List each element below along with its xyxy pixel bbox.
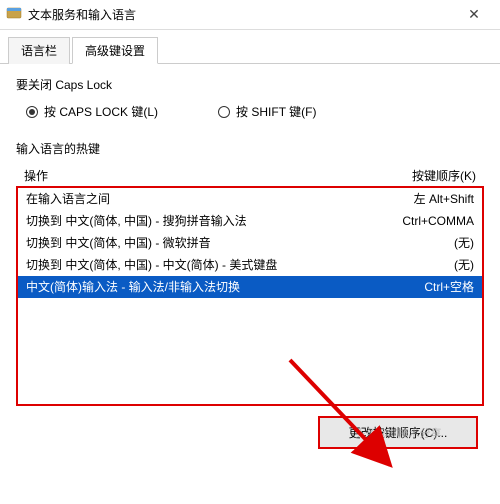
radio-capslock-label: 按 CAPS LOCK 键(L)	[44, 103, 158, 120]
list-item[interactable]: 切换到 中文(简体, 中国) - 搜狗拼音输入法 Ctrl+COMMA	[18, 210, 482, 232]
hotkey-list-header: 操作 按键顺序(K)	[16, 163, 484, 186]
tab-language-bar[interactable]: 语言栏	[8, 37, 70, 64]
radio-capslock-key[interactable]: 按 CAPS LOCK 键(L)	[26, 103, 158, 120]
list-item-action: 切换到 中文(简体, 中国) - 微软拼音	[26, 234, 454, 252]
capslock-group-label: 要关闭 Caps Lock	[16, 76, 484, 93]
tab-advanced-keys[interactable]: 高级键设置	[72, 37, 158, 64]
list-item-keys: Ctrl+COMMA	[402, 212, 474, 230]
list-item-selected[interactable]: 中文(简体)输入法 - 输入法/非输入法切换 Ctrl+空格	[18, 276, 482, 298]
list-item-action: 切换到 中文(简体, 中国) - 中文(简体) - 美式键盘	[26, 256, 454, 274]
capslock-group: 要关闭 Caps Lock 按 CAPS LOCK 键(L) 按 SHIFT 键…	[16, 76, 484, 134]
app-icon	[6, 5, 22, 24]
tab-content: 要关闭 Caps Lock 按 CAPS LOCK 键(L) 按 SHIFT 键…	[0, 64, 500, 467]
list-item-keys: (无)	[454, 256, 474, 274]
list-item-action: 中文(简体)输入法 - 输入法/非输入法切换	[26, 278, 424, 296]
close-button[interactable]: ✕	[454, 6, 494, 23]
col-keys-header: 按键顺序(K)	[412, 167, 476, 184]
list-item-action: 切换到 中文(简体, 中国) - 搜狗拼音输入法	[26, 212, 402, 230]
watermark-text: 头条@IT技术分享	[355, 425, 442, 441]
tab-strip: 语言栏 高级键设置	[0, 30, 500, 64]
list-item[interactable]: 在输入语言之间 左 Alt+Shift	[18, 188, 482, 210]
hotkey-button-row: 更改按键顺序(C)... 头条@IT技术分享	[16, 406, 484, 455]
window-title: 文本服务和输入语言	[28, 6, 454, 23]
list-item-keys: (无)	[454, 234, 474, 252]
radio-shift-label: 按 SHIFT 键(F)	[236, 103, 316, 120]
capslock-radio-row: 按 CAPS LOCK 键(L) 按 SHIFT 键(F)	[16, 99, 484, 134]
hotkeys-group-label: 输入语言的热键	[16, 140, 484, 157]
col-action-header: 操作	[24, 167, 412, 184]
radio-indicator-icon	[218, 106, 230, 118]
window-titlebar: 文本服务和输入语言 ✕	[0, 0, 500, 30]
list-item-keys: 左 Alt+Shift	[414, 190, 474, 208]
change-key-sequence-button[interactable]: 更改按键顺序(C)... 头条@IT技术分享	[318, 416, 478, 449]
list-item[interactable]: 切换到 中文(简体, 中国) - 微软拼音 (无)	[18, 232, 482, 254]
radio-shift-key[interactable]: 按 SHIFT 键(F)	[218, 103, 316, 120]
hotkey-list[interactable]: 在输入语言之间 左 Alt+Shift 切换到 中文(简体, 中国) - 搜狗拼…	[16, 186, 484, 406]
hotkeys-group: 输入语言的热键 操作 按键顺序(K) 在输入语言之间 左 Alt+Shift 切…	[16, 140, 484, 455]
list-item-action: 在输入语言之间	[26, 190, 414, 208]
list-item-keys: Ctrl+空格	[424, 278, 474, 296]
list-item[interactable]: 切换到 中文(简体, 中国) - 中文(简体) - 美式键盘 (无)	[18, 254, 482, 276]
radio-indicator-icon	[26, 106, 38, 118]
